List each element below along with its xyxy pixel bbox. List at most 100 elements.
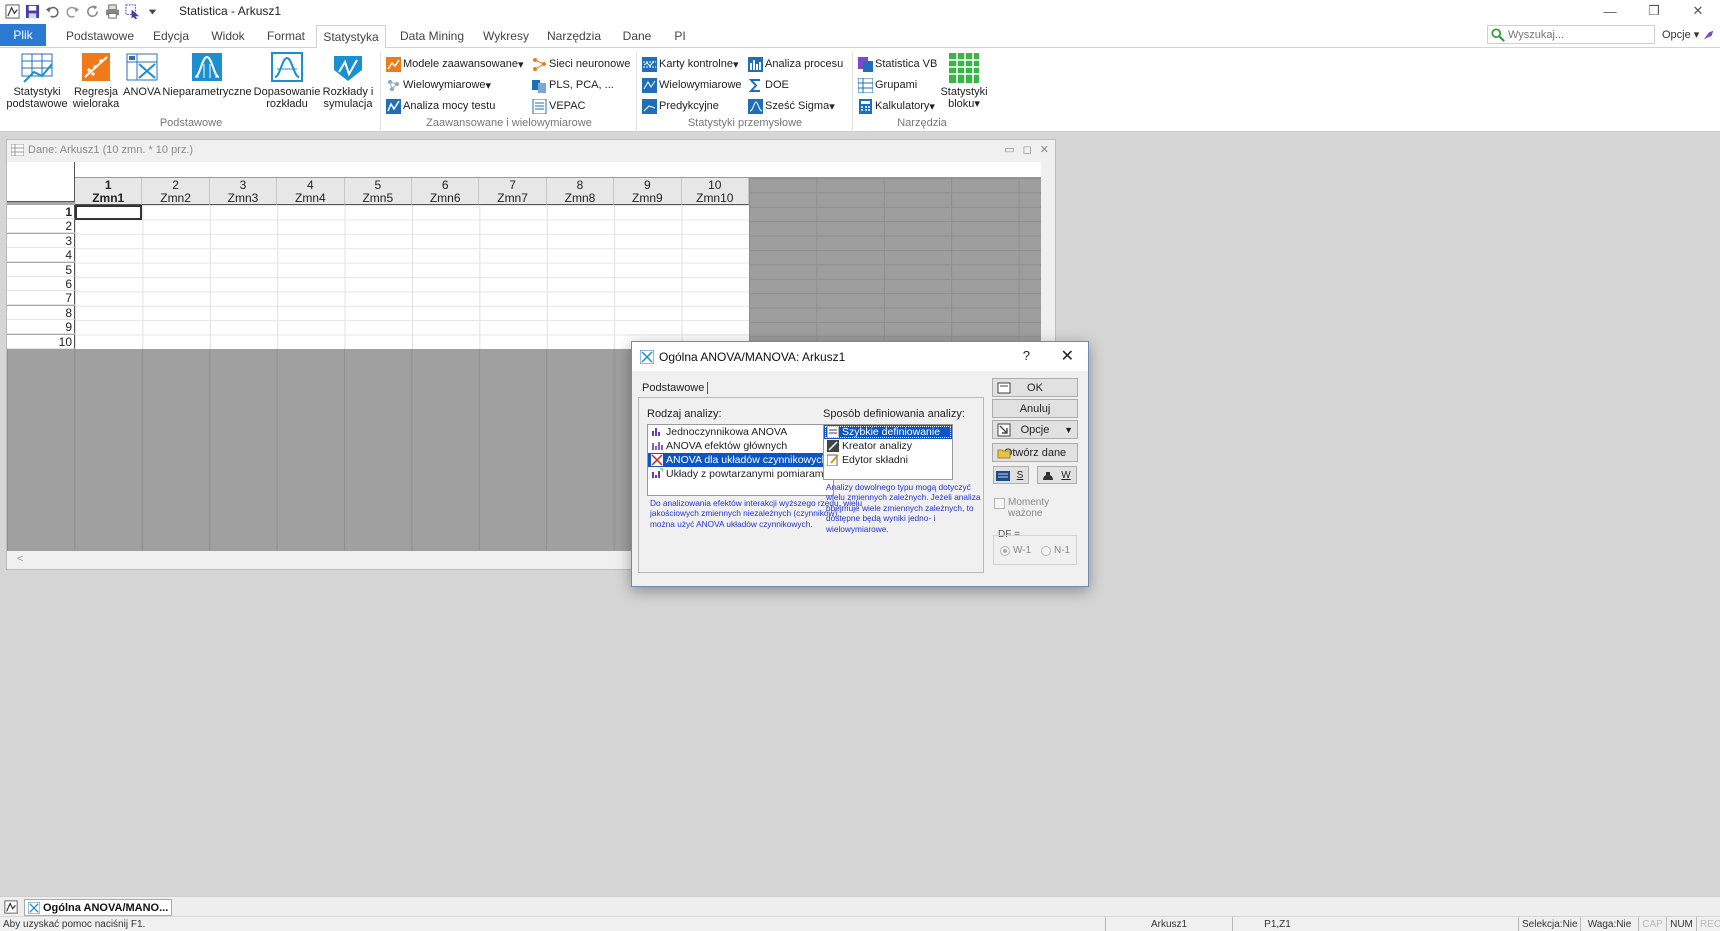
multiple-regression-button[interactable]: Regresja wieloraka bbox=[70, 52, 122, 110]
select-icon[interactable] bbox=[124, 3, 141, 19]
select-cases-button[interactable]: S bbox=[993, 466, 1029, 484]
refresh-icon[interactable] bbox=[84, 3, 101, 19]
pls-pca-icon bbox=[532, 78, 547, 93]
row-header[interactable]: 3 bbox=[7, 233, 75, 248]
list-item[interactable]: ANOVA efektów głównych bbox=[648, 439, 833, 453]
column-header[interactable]: 8 Zmn8 bbox=[546, 178, 615, 205]
pls-pca-label: PLS, PCA, ... bbox=[549, 79, 614, 91]
column-header[interactable]: 5 Zmn5 bbox=[344, 178, 412, 205]
row-header[interactable]: 6 bbox=[7, 277, 75, 291]
row-header[interactable]: 9 bbox=[7, 320, 75, 335]
taskbar-app-icon[interactable] bbox=[4, 900, 18, 917]
tab-pi[interactable]: PI bbox=[668, 25, 692, 48]
row-header[interactable]: 4 bbox=[7, 248, 75, 263]
undo-icon[interactable] bbox=[44, 3, 61, 19]
advanced-models-button[interactable]: Modele zaawansowane ▾ bbox=[386, 55, 524, 73]
row-header[interactable]: 2 bbox=[7, 219, 75, 234]
spreadsheet-close-button[interactable]: ✕ bbox=[1040, 143, 1049, 156]
redo-icon[interactable] bbox=[64, 3, 81, 19]
row-header[interactable]: 5 bbox=[7, 262, 75, 277]
minimize-button[interactable]: — bbox=[1588, 0, 1632, 22]
tab-data-mining[interactable]: Data Mining bbox=[396, 25, 468, 48]
by-groups-button[interactable]: Grupami bbox=[858, 76, 917, 94]
distributions-simulation-button[interactable]: Rozkłady i symulacja bbox=[322, 52, 374, 110]
tab-plik[interactable]: Plik bbox=[0, 24, 46, 46]
list-item[interactable]: Kreator analizy bbox=[824, 439, 952, 453]
grid-corner[interactable] bbox=[7, 162, 75, 202]
list-item-selected[interactable]: ANOVA dla układów czynnikowych bbox=[648, 453, 833, 467]
weight-button[interactable]: W bbox=[1037, 466, 1077, 484]
app-icon[interactable] bbox=[4, 3, 21, 19]
tab-narzedzia[interactable]: Narzędzia bbox=[544, 25, 604, 48]
list-item-selected[interactable]: Szybkie definiowanie bbox=[824, 425, 952, 439]
search-input[interactable] bbox=[1508, 28, 1648, 41]
column-header[interactable]: 9 Zmn9 bbox=[614, 178, 682, 205]
analysis-type-list[interactable]: Jednoczynnikowa ANOVA ANOVA efektów głów… bbox=[647, 424, 834, 496]
weighted-moments-checkbox[interactable] bbox=[994, 498, 1005, 509]
tab-dane[interactable]: Dane bbox=[617, 25, 657, 48]
column-header[interactable]: 6 Zmn6 bbox=[412, 178, 480, 205]
distribution-fitting-button[interactable]: Dopasowanie rozkładu bbox=[252, 52, 322, 110]
column-header[interactable]: 1 Zmn1 bbox=[75, 178, 143, 205]
tab-edycja[interactable]: Edycja bbox=[150, 25, 192, 48]
dropdown-icon[interactable] bbox=[144, 3, 161, 19]
list-item-label: Edytor składni bbox=[842, 454, 908, 466]
help-button[interactable]: ? bbox=[1023, 348, 1030, 363]
tab-statystyka[interactable]: Statystyka bbox=[316, 25, 386, 49]
tab-wykresy[interactable]: Wykresy bbox=[480, 25, 532, 48]
multivariate-industrial-button[interactable]: Wielowymiarowe bbox=[642, 76, 742, 94]
row-header[interactable]: 8 bbox=[7, 305, 75, 320]
tab-format[interactable]: Format bbox=[263, 25, 309, 48]
row-header[interactable]: 1 bbox=[7, 205, 75, 219]
six-sigma-button[interactable]: Sześć Sigma ▾ bbox=[748, 97, 835, 115]
scroll-left-arrow[interactable]: < bbox=[17, 553, 23, 565]
row-header[interactable]: 7 bbox=[7, 291, 75, 306]
row-header[interactable]: 10 bbox=[7, 334, 75, 349]
df-n1-radio[interactable] bbox=[1041, 546, 1051, 556]
ok-button[interactable]: OK bbox=[992, 378, 1078, 397]
doe-button[interactable]: DOE bbox=[748, 76, 789, 94]
calculators-button[interactable]: Kalkulatory ▾ bbox=[858, 97, 935, 115]
open-data-button[interactable]: Otwórz dane bbox=[992, 443, 1078, 462]
column-header[interactable]: 4 Zmn4 bbox=[277, 178, 345, 205]
list-item[interactable]: Układy z powtarzanymi pomiarami bbox=[648, 467, 833, 481]
basic-statistics-button[interactable]: Statystyki podstawowe bbox=[6, 52, 68, 110]
list-item[interactable]: Jednoczynnikowa ANOVA bbox=[648, 425, 833, 439]
column-header[interactable]: 3 Zmn3 bbox=[209, 178, 278, 205]
block-statistics-button[interactable]: Statystyki bloku▾ bbox=[938, 52, 990, 110]
save-icon[interactable] bbox=[24, 3, 41, 19]
taskbar-item-anova[interactable]: Ogólna ANOVA/MANO... bbox=[24, 899, 172, 916]
neural-networks-button[interactable]: Sieci neuronowe bbox=[532, 55, 630, 73]
spreadsheet-maximize-button[interactable]: ◻ bbox=[1023, 143, 1032, 156]
tab-podstawowe[interactable]: Podstawowe bbox=[58, 25, 142, 48]
cancel-button[interactable]: Anuluj bbox=[992, 399, 1078, 418]
dialog-close-button[interactable]: ✕ bbox=[1061, 346, 1074, 366]
definition-method-list[interactable]: Szybkie definiowanie Kreator analizy Edy… bbox=[823, 424, 953, 480]
status-help-text: Aby uzyskać pomoc naciśnij F1. bbox=[3, 919, 146, 930]
predictive-button[interactable]: Predykcyjne bbox=[642, 97, 719, 115]
column-header[interactable]: 10 Zmn10 bbox=[681, 178, 749, 205]
restore-button[interactable]: ❐ bbox=[1632, 0, 1676, 22]
spreadsheet-minimize-button[interactable]: ▭ bbox=[1004, 143, 1014, 156]
tab-podstawowe-dialog[interactable]: Podstawowe bbox=[642, 382, 709, 394]
options-button[interactable]: Opcje ▼ bbox=[992, 420, 1078, 439]
power-analysis-button[interactable]: Analiza mocy testu bbox=[386, 97, 495, 115]
tab-widok[interactable]: Widok bbox=[204, 25, 252, 48]
process-analysis-button[interactable]: Analiza procesu bbox=[748, 55, 843, 73]
grid-cells[interactable] bbox=[75, 205, 749, 349]
vepac-button[interactable]: VEPAC bbox=[532, 97, 585, 115]
statistica-vb-button[interactable]: Statistica VB bbox=[858, 55, 937, 73]
active-cell[interactable] bbox=[75, 205, 142, 220]
close-button[interactable]: ✕ bbox=[1676, 0, 1720, 22]
column-header[interactable]: 2 Zmn2 bbox=[142, 178, 210, 205]
anova-button[interactable]: ANOVA bbox=[122, 52, 162, 98]
column-header[interactable]: 7 Zmn7 bbox=[479, 178, 547, 205]
print-icon[interactable] bbox=[104, 3, 121, 19]
multivariate-button[interactable]: Wielowymiarowe ▾ bbox=[386, 76, 491, 94]
list-item[interactable]: Edytor składni bbox=[824, 453, 952, 467]
nonparametric-button[interactable]: Nieparametryczne bbox=[162, 52, 252, 98]
df-w1-radio[interactable] bbox=[1000, 546, 1010, 556]
control-charts-button[interactable]: Karty kontrolne ▾ bbox=[642, 55, 739, 73]
pls-pca-button[interactable]: PLS, PCA, ... bbox=[532, 76, 614, 94]
options-menu[interactable]: Opcje ▾ bbox=[1662, 28, 1716, 41]
